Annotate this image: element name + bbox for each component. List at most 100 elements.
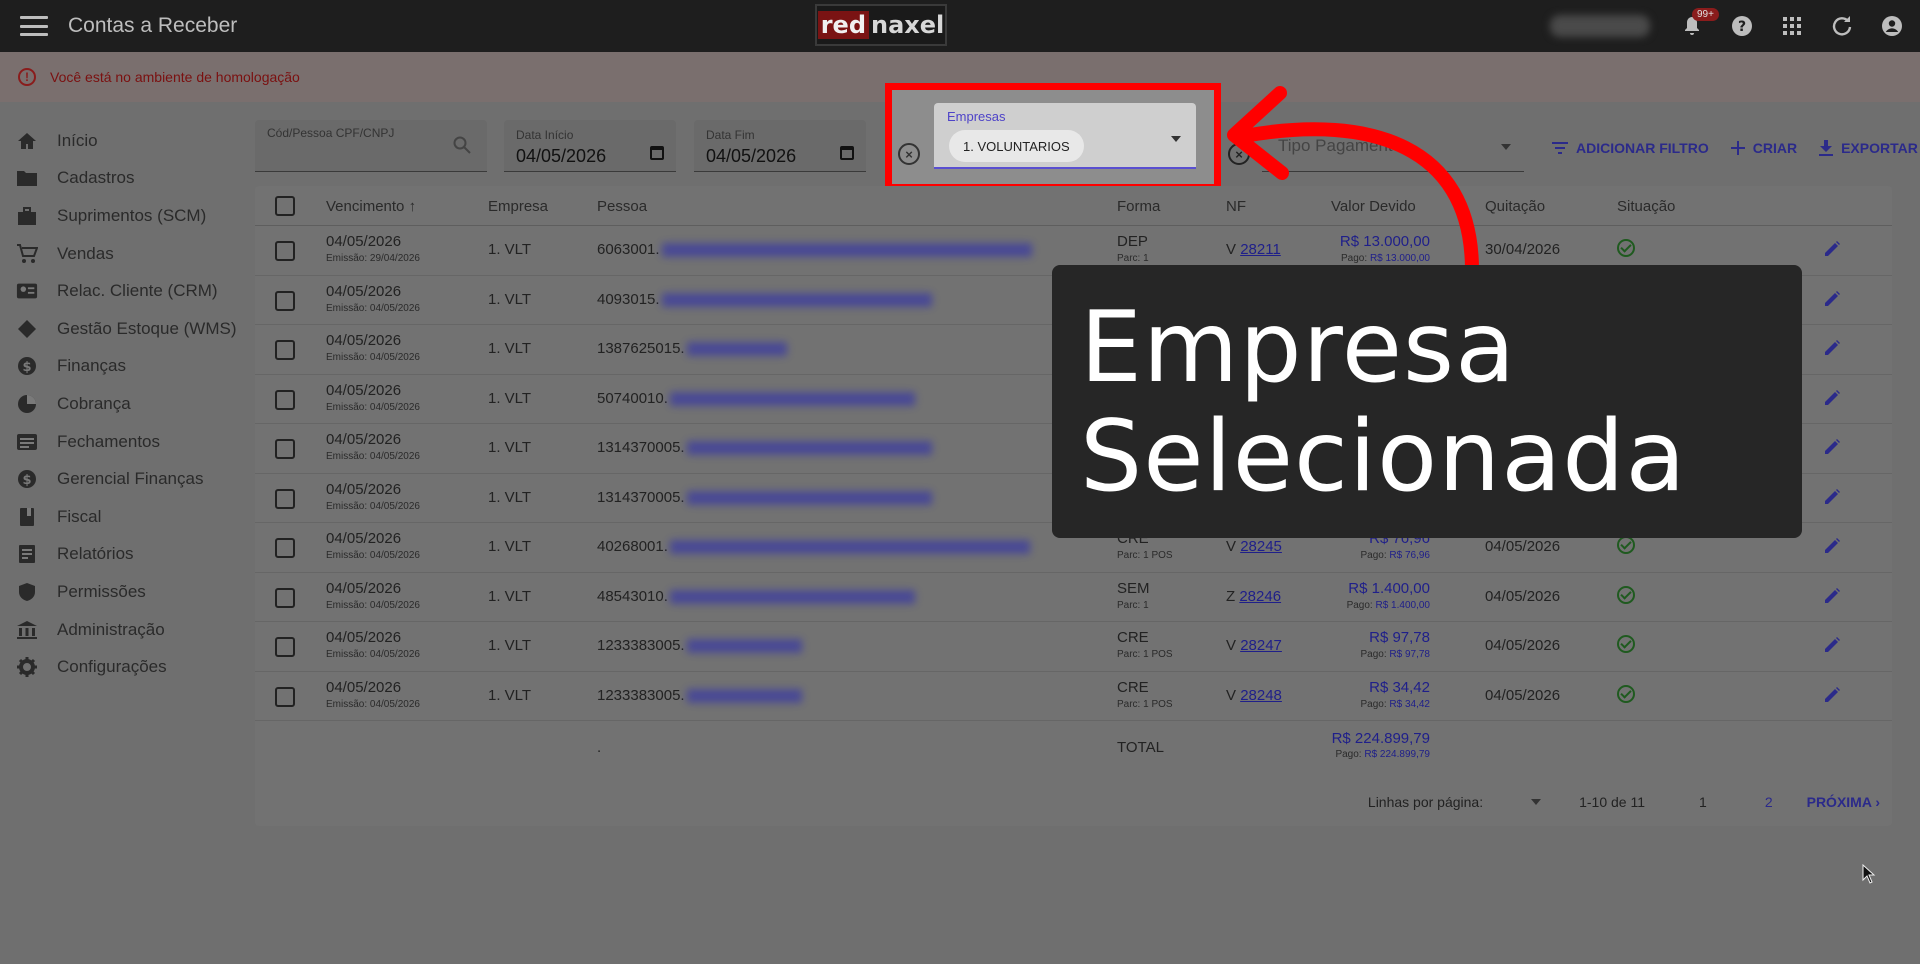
row-checkbox[interactable]: [275, 587, 295, 608]
apps-grid-icon[interactable]: [1778, 12, 1806, 40]
nf-link[interactable]: 28246: [1239, 588, 1281, 605]
calendar-icon[interactable]: [840, 146, 854, 160]
edit-pencil-icon[interactable]: [1823, 488, 1841, 511]
sidebar-item-fechamentos[interactable]: Fechamentos: [0, 423, 250, 461]
sidebar-item-gerencial-financas[interactable]: $ Gerencial Finanças: [0, 460, 250, 498]
valor-cell: R$ 97,78: [1369, 629, 1430, 646]
list-icon: [16, 431, 38, 453]
folder-icon: [16, 167, 38, 189]
pessoa-cell[interactable]: 6063001.: [597, 241, 1032, 258]
edit-pencil-icon[interactable]: [1823, 686, 1841, 709]
header-empresa[interactable]: Empresa: [488, 198, 548, 215]
sidebar-item-suprimentos-scm[interactable]: Suprimentos (SCM): [0, 197, 250, 235]
vencimento-cell: 04/05/2026: [326, 381, 402, 399]
nf-link[interactable]: 28247: [1240, 637, 1282, 654]
row-checkbox[interactable]: [275, 241, 295, 261]
sort-arrow-up-icon[interactable]: ↑: [409, 198, 417, 215]
vencimento-cell: 04/05/2026: [326, 629, 402, 646]
sidebar-item-cadastros[interactable]: Cadastros: [0, 160, 250, 198]
edit-pencil-icon[interactable]: [1823, 290, 1841, 313]
pessoa-cell[interactable]: 50740010.: [597, 390, 915, 407]
pessoa-cell[interactable]: 40268001.: [597, 538, 1030, 555]
create-button[interactable]: CRIAR: [1730, 140, 1797, 156]
pessoa-cell[interactable]: 1387625015.: [597, 340, 787, 357]
sidebar-item-fiscal[interactable]: Fiscal: [0, 498, 250, 536]
header-vencimento[interactable]: Vencimento ↑: [326, 198, 416, 215]
pessoa-cell[interactable]: 1314370005.: [597, 489, 932, 506]
row-checkbox[interactable]: [275, 389, 295, 410]
page-title: Contas a Receber: [68, 14, 238, 37]
data-fim-field[interactable]: Data Fim 04/05/2026: [694, 120, 866, 172]
search-icon[interactable]: [453, 136, 471, 159]
chevron-down-icon[interactable]: [1171, 136, 1181, 142]
refresh-icon[interactable]: [1828, 12, 1856, 40]
emissao-cell: Emissão: 04/05/2026: [326, 401, 420, 413]
chevron-down-icon[interactable]: [1501, 144, 1511, 150]
pessoa-cell[interactable]: 1314370005.: [597, 439, 932, 456]
pessoa-name-blurred: [686, 490, 932, 505]
row-checkbox[interactable]: [275, 439, 295, 459]
row-checkbox[interactable]: [275, 290, 295, 311]
pessoa-cell[interactable]: 4093015.: [597, 291, 932, 308]
page-1-button[interactable]: 1: [1699, 794, 1707, 810]
pessoa-search-field[interactable]: Cód/Pessoa CPF/CNPJ: [255, 120, 487, 172]
row-checkbox[interactable]: [275, 340, 295, 360]
pessoa-cell[interactable]: 48543010.: [597, 588, 915, 605]
nf-link[interactable]: 28248: [1240, 687, 1282, 704]
select-all-checkbox[interactable]: [275, 196, 295, 216]
empresa-chip[interactable]: 1. VOLUNTARIOS: [949, 130, 1084, 162]
sidebar-item-relatorios[interactable]: Relatórios: [0, 536, 250, 574]
edit-pencil-icon[interactable]: [1823, 389, 1841, 412]
sidebar-item-gestao-estoque-wms[interactable]: Gestão Estoque (WMS): [0, 310, 250, 348]
next-page-button[interactable]: PRÓXIMA ›: [1807, 794, 1880, 810]
row-checkbox[interactable]: [275, 538, 295, 558]
header-situacao[interactable]: Situação: [1617, 198, 1675, 215]
table-row[interactable]: 04/05/2026 Emissão: 04/05/2026 1. VLT 48543…: [255, 573, 1892, 622]
sidebar-item-permissoes[interactable]: Permissões: [0, 573, 250, 611]
edit-pencil-icon[interactable]: [1823, 636, 1841, 659]
sidebar-item-inicio[interactable]: Início: [0, 122, 250, 160]
sidebar-item-relac-cliente-crm[interactable]: Relac. Cliente (CRM): [0, 272, 250, 310]
bell-icon[interactable]: 99+: [1678, 8, 1719, 40]
edit-pencil-icon[interactable]: [1823, 240, 1841, 263]
sidebar-item-financas[interactable]: $ Finanças: [0, 348, 250, 386]
edit-pencil-icon[interactable]: [1823, 587, 1841, 610]
calendar-icon[interactable]: [650, 146, 664, 160]
pessoa-name-blurred: [669, 589, 915, 604]
pessoa-cell[interactable]: 1233383005.: [597, 637, 802, 654]
empresas-select[interactable]: Empresas 1. VOLUNTARIOS: [934, 103, 1196, 169]
menu-icon[interactable]: [20, 16, 48, 36]
sidebar-item-configuracoes[interactable]: Configurações: [0, 648, 250, 686]
forma-cell: CRE: [1117, 678, 1149, 696]
sidebar-item-cobranca[interactable]: Cobrança: [0, 385, 250, 423]
dollar-icon: $: [16, 355, 38, 377]
pagination: Linhas por página: 1-10 de 11 1 2 PRÓXIM…: [255, 778, 1892, 826]
sidebar-item-administracao[interactable]: Administração: [0, 611, 250, 649]
diamond-icon: [16, 318, 38, 340]
nf-link[interactable]: 28245: [1240, 538, 1282, 555]
sidebar-item-vendas[interactable]: Vendas: [0, 235, 250, 273]
header-quitacao[interactable]: Quitação: [1485, 198, 1545, 215]
page-2-button[interactable]: 2: [1765, 794, 1773, 810]
row-checkbox[interactable]: [275, 488, 295, 509]
rows-per-page-dropdown[interactable]: [1531, 799, 1542, 805]
header-pessoa[interactable]: Pessoa: [597, 198, 647, 215]
row-checkbox[interactable]: [275, 637, 295, 657]
add-filter-button[interactable]: ADICIONAR FILTRO: [1552, 140, 1709, 156]
clear-empresa-icon[interactable]: ×: [898, 143, 920, 165]
sidebar-item-label: Gerencial Finanças: [57, 469, 204, 489]
header-forma[interactable]: Forma: [1117, 198, 1160, 215]
row-checkbox[interactable]: [275, 686, 295, 707]
table-row[interactable]: 04/05/2026 Emissão: 04/05/2026 1. VLT 12333…: [255, 672, 1892, 721]
export-button[interactable]: EXPORTAR: [1819, 140, 1918, 156]
data-inicio-field[interactable]: Data Início 04/05/2026: [504, 120, 676, 172]
help-icon[interactable]: ?: [1728, 12, 1756, 40]
edit-pencil-icon[interactable]: [1823, 438, 1841, 461]
edit-pencil-icon[interactable]: [1823, 537, 1841, 560]
account-icon[interactable]: [1878, 12, 1906, 40]
export-label: EXPORTAR: [1841, 140, 1918, 156]
pessoa-cell[interactable]: 1233383005.: [597, 687, 802, 704]
table-row[interactable]: 04/05/2026 Emissão: 04/05/2026 1. VLT 12333…: [255, 622, 1892, 672]
edit-pencil-icon[interactable]: [1823, 339, 1841, 362]
vencimento-cell: 04/05/2026: [326, 480, 402, 498]
